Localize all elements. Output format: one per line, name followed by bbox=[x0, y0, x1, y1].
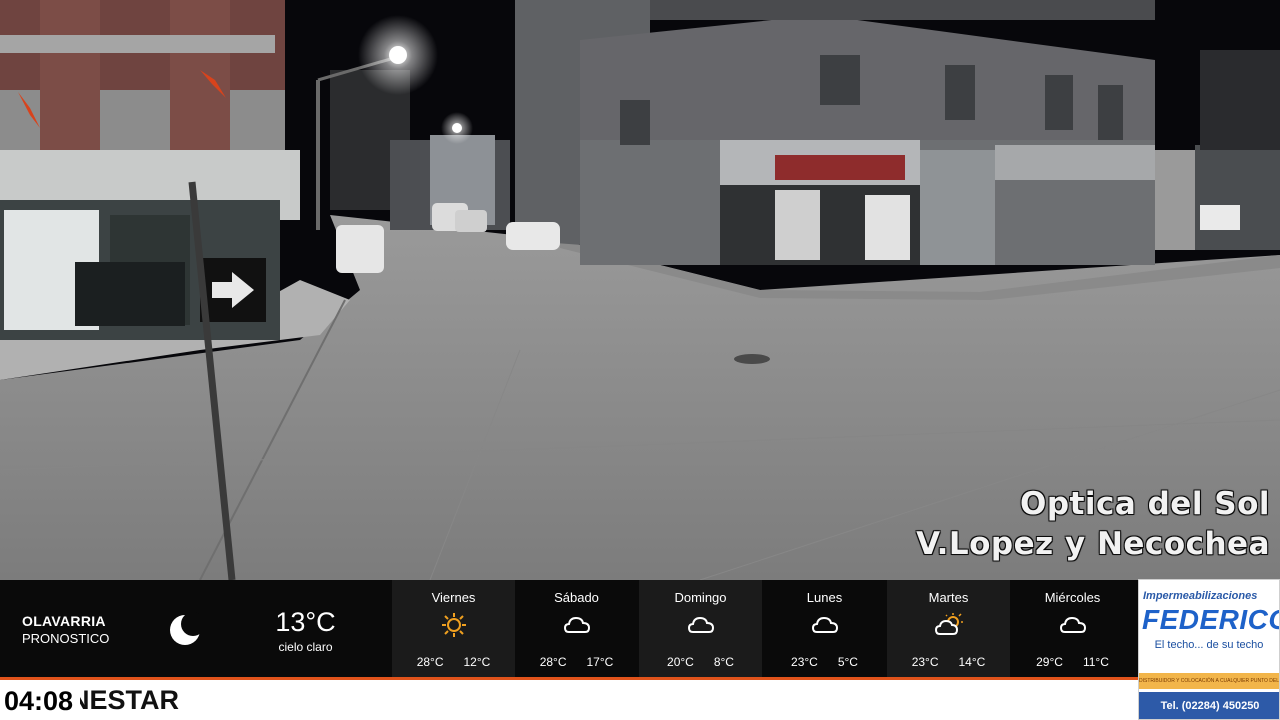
day-name: Lunes bbox=[806, 590, 843, 605]
current-weather: 13°C cielo claro bbox=[248, 607, 363, 654]
min-temperature: 8°C bbox=[713, 655, 734, 669]
advertisement-banner[interactable]: Impermeabilizaciones FEDERICO El techo..… bbox=[1138, 579, 1280, 720]
weather-bar: OLAVARRIA PRONOSTICO 13°C cielo claro Vi… bbox=[0, 580, 1138, 677]
camera-feed: Optica del Sol V.Lopez y Necochea bbox=[0, 0, 1280, 580]
max-temperature: 28°C bbox=[539, 655, 567, 669]
forecast-day: Miércoles 29°C 11°C bbox=[1011, 580, 1134, 677]
min-temperature: 11°C bbox=[1082, 655, 1109, 669]
forecast-label: PRONOSTICO bbox=[22, 631, 110, 646]
clock: 04:08 bbox=[0, 686, 80, 720]
ad-slogan: El techo... de su techo bbox=[1154, 639, 1264, 651]
min-temperature: 14°C bbox=[958, 655, 986, 669]
camera-street-overlay: V.Lopez y Necochea bbox=[916, 526, 1270, 562]
ticker-text: NESTAR bbox=[70, 685, 180, 715]
cloud-icon bbox=[811, 616, 838, 633]
day-name: Martes bbox=[928, 590, 969, 605]
max-temperature: 23°C bbox=[791, 655, 818, 669]
current-condition: cielo claro bbox=[278, 640, 333, 654]
max-temperature: 29°C bbox=[1036, 655, 1063, 669]
ad-tagline: Impermeabilizaciones bbox=[1143, 590, 1258, 602]
day-name: Domingo bbox=[674, 590, 727, 605]
cloud-icon bbox=[563, 616, 590, 633]
sun-cloud-icon bbox=[934, 613, 963, 635]
moon-icon bbox=[160, 610, 210, 650]
day-name: Viernes bbox=[431, 590, 476, 605]
cloud-icon bbox=[687, 616, 714, 633]
forecast-day: Lunes 23°C 5°C bbox=[763, 580, 886, 677]
forecast-day: Domingo 20°C 8°C bbox=[639, 580, 762, 677]
current-temperature: 13°C bbox=[275, 607, 336, 637]
min-temperature: 17°C bbox=[586, 655, 614, 669]
max-temperature: 23°C bbox=[911, 655, 939, 669]
day-name: Sábado bbox=[554, 590, 599, 605]
ad-fine-print: DISTRIBUIDOR Y COLOCACIÓN A CUALQUIER PU… bbox=[1139, 673, 1279, 689]
ad-brand-name: FEDERICO bbox=[1142, 604, 1280, 635]
news-ticker: NESTAR bbox=[0, 680, 1138, 720]
forecast-day: Martes 23°C 14°C bbox=[887, 580, 1010, 677]
ad-phone: Tel. (02284) 450250 bbox=[1139, 692, 1279, 719]
forecast-day: Sábado 28°C 17°C bbox=[515, 580, 638, 677]
camera-location-overlay: Optica del Sol bbox=[1020, 486, 1270, 522]
cloud-icon bbox=[1059, 616, 1086, 633]
max-temperature: 20°C bbox=[667, 655, 694, 669]
max-temperature: 28°C bbox=[416, 655, 444, 669]
weather-location: OLAVARRIA PRONOSTICO bbox=[0, 580, 130, 677]
min-temperature: 12°C bbox=[463, 655, 491, 669]
forecast-day: Viernes 28°C 12°C bbox=[392, 580, 515, 677]
min-temperature: 5°C bbox=[837, 655, 858, 669]
city-name: OLAVARRIA bbox=[22, 613, 106, 629]
day-name: Miércoles bbox=[1044, 590, 1101, 605]
sun-icon bbox=[441, 613, 466, 637]
